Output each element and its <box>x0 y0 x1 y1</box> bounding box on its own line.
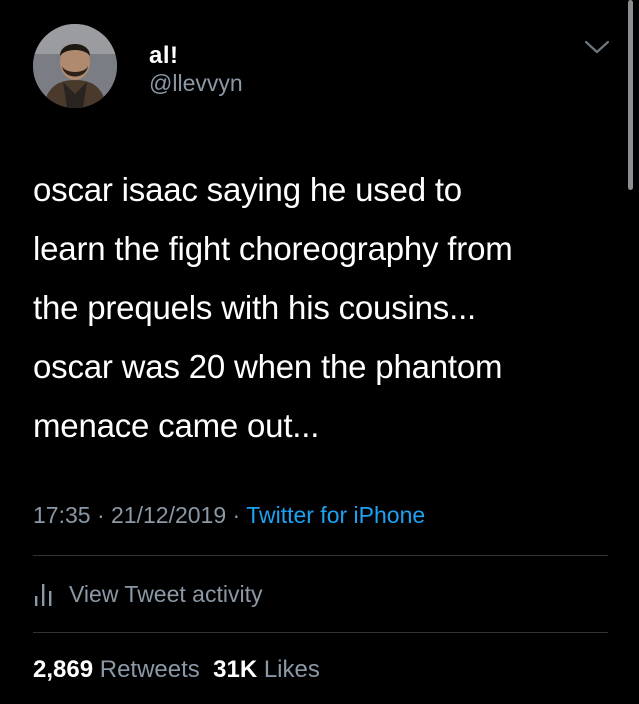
retweets-label: Retweets <box>99 656 200 683</box>
display-name[interactable]: a‌l! <box>149 42 179 70</box>
likes-count: 31K <box>213 656 258 683</box>
bar-chart-icon <box>35 584 52 606</box>
likes-label: Likes <box>263 656 320 683</box>
meta-separator: · <box>96 502 105 528</box>
tweet-meta: 17:35 · 21/12/2019 · Twitter for iPhone <box>33 500 425 530</box>
retweets-count: 2,869 <box>33 656 94 683</box>
tweet-date: 21/12/2019 <box>111 502 227 528</box>
avatar[interactable] <box>33 24 117 108</box>
tweet-detail: a‌l! @llevvyn oscar isaac saying he used… <box>0 0 639 704</box>
divider <box>33 632 608 633</box>
meta-separator: · <box>232 502 241 528</box>
retweets-stat[interactable]: 2,869 Retweets <box>33 656 200 683</box>
avatar-photo <box>33 24 117 108</box>
tweet-text: oscar isaac saying he used to learn the … <box>33 160 623 455</box>
tweet-text-line: menace came out... <box>33 407 320 444</box>
tweet-time: 17:35 <box>33 502 91 528</box>
tweet-source-link[interactable]: Twitter for iPhone <box>246 502 425 528</box>
scrollbar[interactable] <box>628 0 633 190</box>
tweet-text-line: oscar was 20 when the phantom <box>33 348 503 385</box>
tweet-text-line: oscar isaac saying he used to <box>33 171 462 208</box>
user-handle[interactable]: @llevvyn <box>149 69 243 97</box>
tweet-stats: 2,869 Retweets 31K Likes <box>33 655 320 685</box>
divider <box>33 555 608 556</box>
view-tweet-activity-button[interactable]: View Tweet activity <box>33 578 262 610</box>
chevron-down-icon[interactable] <box>583 37 611 57</box>
likes-stat[interactable]: 31K Likes <box>213 656 320 683</box>
tweet-text-line: learn the fight choreography from <box>33 230 513 267</box>
view-tweet-activity-label: View Tweet activity <box>69 580 263 607</box>
tweet-text-line: the prequels with his cousins... <box>33 289 476 326</box>
